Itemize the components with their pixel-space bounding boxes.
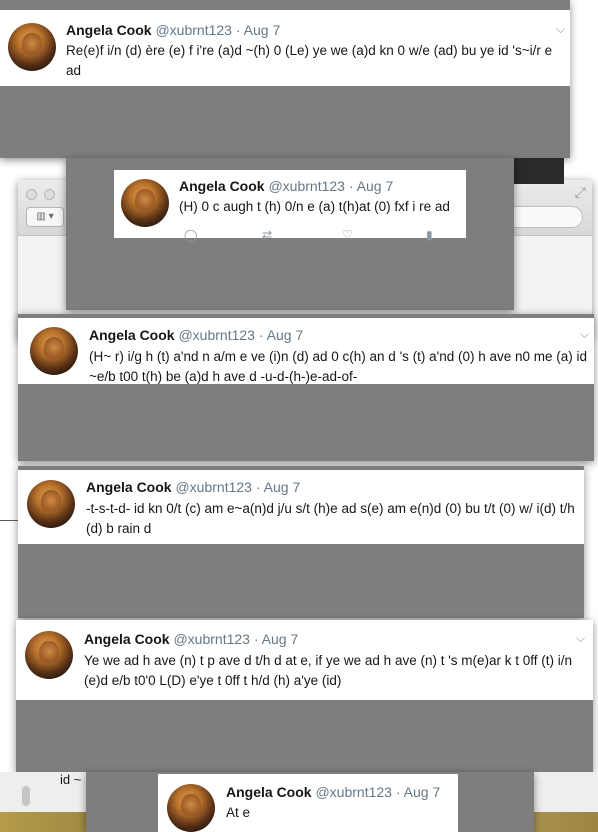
tweet-date[interactable]: Aug 7: [404, 784, 441, 800]
tweet-window-4: Angela Cook @xubrnt123 · Aug 7 -t-s-t-d-…: [18, 466, 584, 618]
chevron-down-icon[interactable]: ⌵: [576, 631, 585, 646]
meta-separator: ·: [348, 178, 354, 194]
tweet-text: Ye we ad h ave (n) t p ave d t/h d at e,…: [84, 653, 573, 688]
author-name[interactable]: Angela Cook: [226, 784, 312, 800]
tweet-card[interactable]: Angela Cook @xubrnt123 · Aug 7 ⌵ Re(e)f …: [0, 10, 570, 86]
chevron-down-icon[interactable]: ⌵: [580, 327, 589, 342]
author-name[interactable]: Angela Cook: [86, 479, 172, 495]
author-handle[interactable]: @xubrnt123: [173, 631, 249, 647]
avatar[interactable]: [30, 327, 78, 375]
heart-icon[interactable]: ♡: [342, 228, 353, 242]
author-name[interactable]: Angela Cook: [89, 327, 175, 343]
meta-separator: ·: [255, 479, 261, 495]
tweet-card[interactable]: Angela Cook @xubrnt123 · Aug 7 (H) 0 c a…: [114, 170, 466, 242]
tweet-date[interactable]: Aug 7: [267, 327, 304, 343]
tweet-text: Re(e)f i/n (d) ère (e) f i're (a)d ~(h) …: [66, 43, 553, 78]
retweet-icon[interactable]: ⇄: [262, 228, 272, 242]
tweet-window-2: Angela Cook @xubrnt123 · Aug 7 (H) 0 c a…: [66, 158, 514, 310]
avatar[interactable]: [8, 23, 56, 71]
sidebar-toggle-icon[interactable]: ▥ ▾: [26, 207, 64, 227]
background-strip: [514, 158, 564, 184]
meta-separator: ·: [395, 784, 401, 800]
stats-icon[interactable]: ▮: [426, 228, 433, 242]
tweet-text: (H) 0 c augh t (h) 0/n e (a) t(h)at (0) …: [179, 199, 450, 214]
tweet-card[interactable]: Angela Cook @xubrnt123 · Aug 7 ⌵ (H~ r) …: [18, 318, 594, 384]
window-minimize-button[interactable]: [44, 189, 55, 200]
author-handle[interactable]: @xubrnt123: [178, 327, 254, 343]
author-handle[interactable]: @xubrnt123: [155, 22, 231, 38]
chevron-down-icon[interactable]: ⌵: [556, 22, 565, 37]
tweet-date[interactable]: Aug 7: [262, 631, 299, 647]
expand-icon[interactable]: ⤢: [575, 184, 586, 201]
avatar[interactable]: [25, 631, 73, 679]
scrollbar[interactable]: [22, 786, 30, 806]
tweet-window-5: Angela Cook @xubrnt123 · Aug 7 ⌵ Ye we a…: [16, 620, 593, 772]
window-close-button[interactable]: [26, 189, 37, 200]
tweet-card[interactable]: Angela Cook @xubrnt123 · Aug 7 -t-s-t-d-…: [18, 470, 584, 544]
tweet-date[interactable]: Aug 7: [264, 479, 301, 495]
tweet-text: (H~ r) i/g h (t) a'nd n a/m e ve (i)n (d…: [89, 349, 588, 384]
tweet-card[interactable]: Angela Cook @xubrnt123 · Aug 7 ⌵ Ye we a…: [16, 620, 593, 700]
tweet-text: At e: [226, 805, 251, 820]
author-handle[interactable]: @xubrnt123: [175, 479, 251, 495]
background-edge-line: [0, 520, 18, 521]
avatar[interactable]: [27, 480, 75, 528]
tweet-window-6: Angela Cook @xubrnt123 · Aug 7 At e: [86, 772, 534, 832]
author-handle[interactable]: @xubrnt123: [268, 178, 344, 194]
reply-icon[interactable]: ◯: [184, 228, 197, 242]
author-name[interactable]: Angela Cook: [66, 22, 152, 38]
author-name[interactable]: Angela Cook: [84, 631, 170, 647]
meta-separator: ·: [253, 631, 259, 647]
tweet-text: -t-s-t-d- id kn 0/t (c) am e~a(n)d j/u s…: [86, 501, 575, 536]
meta-separator: ·: [258, 327, 264, 343]
author-handle[interactable]: @xubrnt123: [315, 784, 391, 800]
tweet-card[interactable]: Angela Cook @xubrnt123 · Aug 7 At e: [158, 774, 458, 832]
tweet-window-3: Angela Cook @xubrnt123 · Aug 7 ⌵ (H~ r) …: [18, 314, 594, 461]
partial-tweet-text: id ~: [60, 772, 82, 787]
tweet-window-1: Angela Cook @xubrnt123 · Aug 7 ⌵ Re(e)f …: [0, 0, 570, 158]
author-name[interactable]: Angela Cook: [179, 178, 265, 194]
tweet-date[interactable]: Aug 7: [357, 178, 394, 194]
tweet-date[interactable]: Aug 7: [244, 22, 281, 38]
avatar[interactable]: [121, 179, 169, 227]
avatar[interactable]: [167, 784, 215, 832]
meta-separator: ·: [235, 22, 241, 38]
